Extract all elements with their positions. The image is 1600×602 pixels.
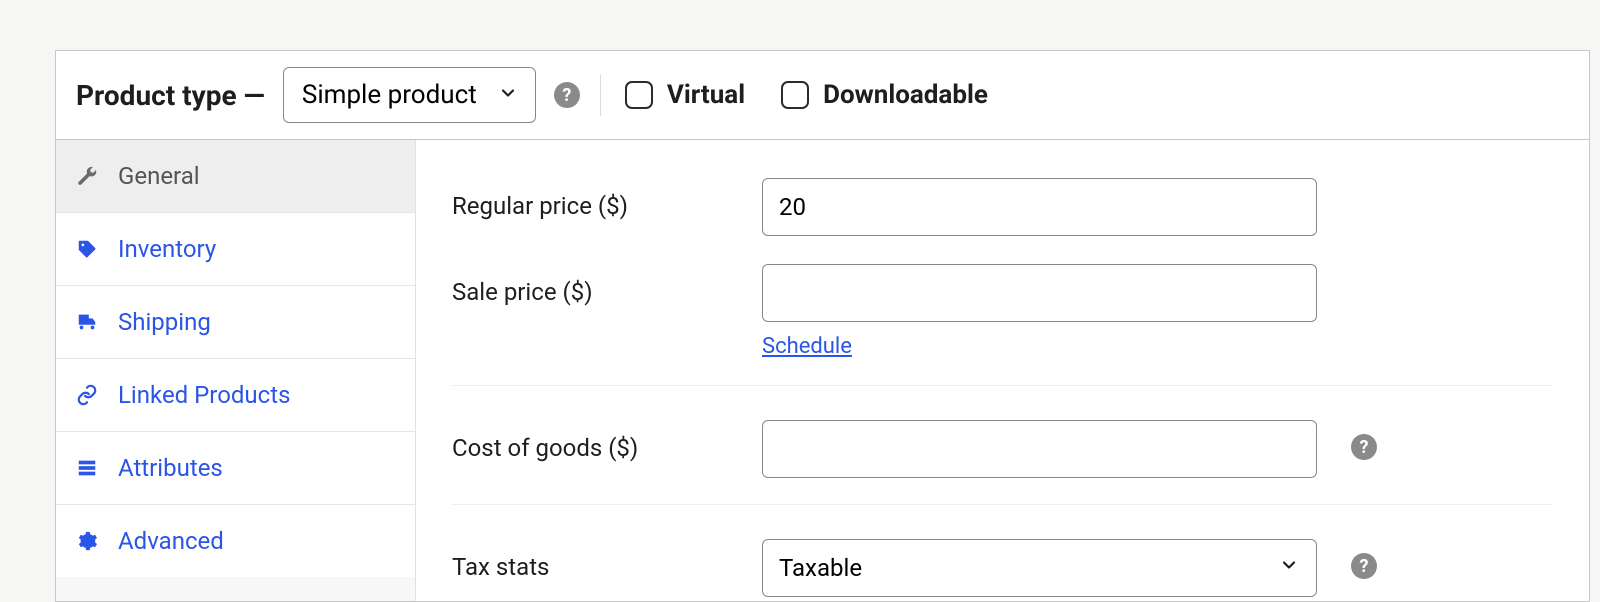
tab-linked-products[interactable]: Linked Products: [56, 359, 415, 432]
downloadable-label: Downloadable: [823, 80, 988, 110]
virtual-checkbox[interactable]: Virtual: [625, 80, 745, 110]
tag-icon: [74, 238, 100, 260]
product-data-tabs: General Inventory Shipping Linked Produc…: [56, 140, 416, 601]
help-icon[interactable]: ?: [554, 82, 580, 108]
gear-icon: [74, 530, 100, 552]
virtual-label: Virtual: [667, 80, 745, 110]
tab-advanced[interactable]: Advanced: [56, 505, 415, 577]
tab-general[interactable]: General: [56, 140, 415, 213]
tab-shipping[interactable]: Shipping: [56, 286, 415, 359]
tab-label: General: [118, 162, 200, 190]
regular-price-input[interactable]: [762, 178, 1317, 236]
general-tab-content: Regular price ($) Sale price ($) Schedul…: [416, 140, 1589, 601]
checkbox-icon: [781, 81, 809, 109]
wrench-icon: [74, 165, 100, 187]
help-icon[interactable]: ?: [1351, 434, 1377, 460]
downloadable-checkbox[interactable]: Downloadable: [781, 80, 988, 110]
truck-icon: [74, 311, 100, 333]
product-type-select-wrap: Simple product: [283, 67, 536, 123]
tax-status-row: Tax stats Taxable ?: [452, 504, 1553, 601]
product-type-select[interactable]: Simple product: [283, 67, 536, 123]
help-icon[interactable]: ?: [1351, 553, 1377, 579]
product-data-panel: Product type — Simple product ? Virtual …: [55, 50, 1590, 602]
list-icon: [74, 457, 100, 479]
product-data-header: Product type — Simple product ? Virtual …: [56, 51, 1589, 140]
schedule-link[interactable]: Schedule: [762, 334, 852, 359]
tax-status-label: Tax stats: [452, 539, 732, 581]
cost-of-goods-input[interactable]: [762, 420, 1317, 478]
tab-label: Linked Products: [118, 381, 290, 409]
tab-attributes[interactable]: Attributes: [56, 432, 415, 505]
sale-price-input[interactable]: [762, 264, 1317, 322]
tax-status-select[interactable]: Taxable: [762, 539, 1317, 597]
product-data-body: General Inventory Shipping Linked Produc…: [56, 140, 1589, 601]
tab-label: Advanced: [118, 527, 224, 555]
regular-price-row: Regular price ($): [452, 164, 1553, 250]
regular-price-label: Regular price ($): [452, 178, 732, 220]
tab-label: Shipping: [118, 308, 211, 336]
tab-inventory[interactable]: Inventory: [56, 213, 415, 286]
sale-price-label: Sale price ($): [452, 264, 732, 306]
sale-price-row: Sale price ($) Schedule: [452, 250, 1553, 373]
checkbox-icon: [625, 81, 653, 109]
tab-label: Attributes: [118, 454, 223, 482]
product-type-label: Product type —: [76, 79, 265, 112]
link-icon: [74, 384, 100, 406]
cost-of-goods-label: Cost of goods ($): [452, 420, 732, 462]
vertical-separator: [600, 74, 601, 116]
tab-label: Inventory: [118, 235, 216, 263]
cost-of-goods-row: Cost of goods ($) ?: [452, 385, 1553, 492]
